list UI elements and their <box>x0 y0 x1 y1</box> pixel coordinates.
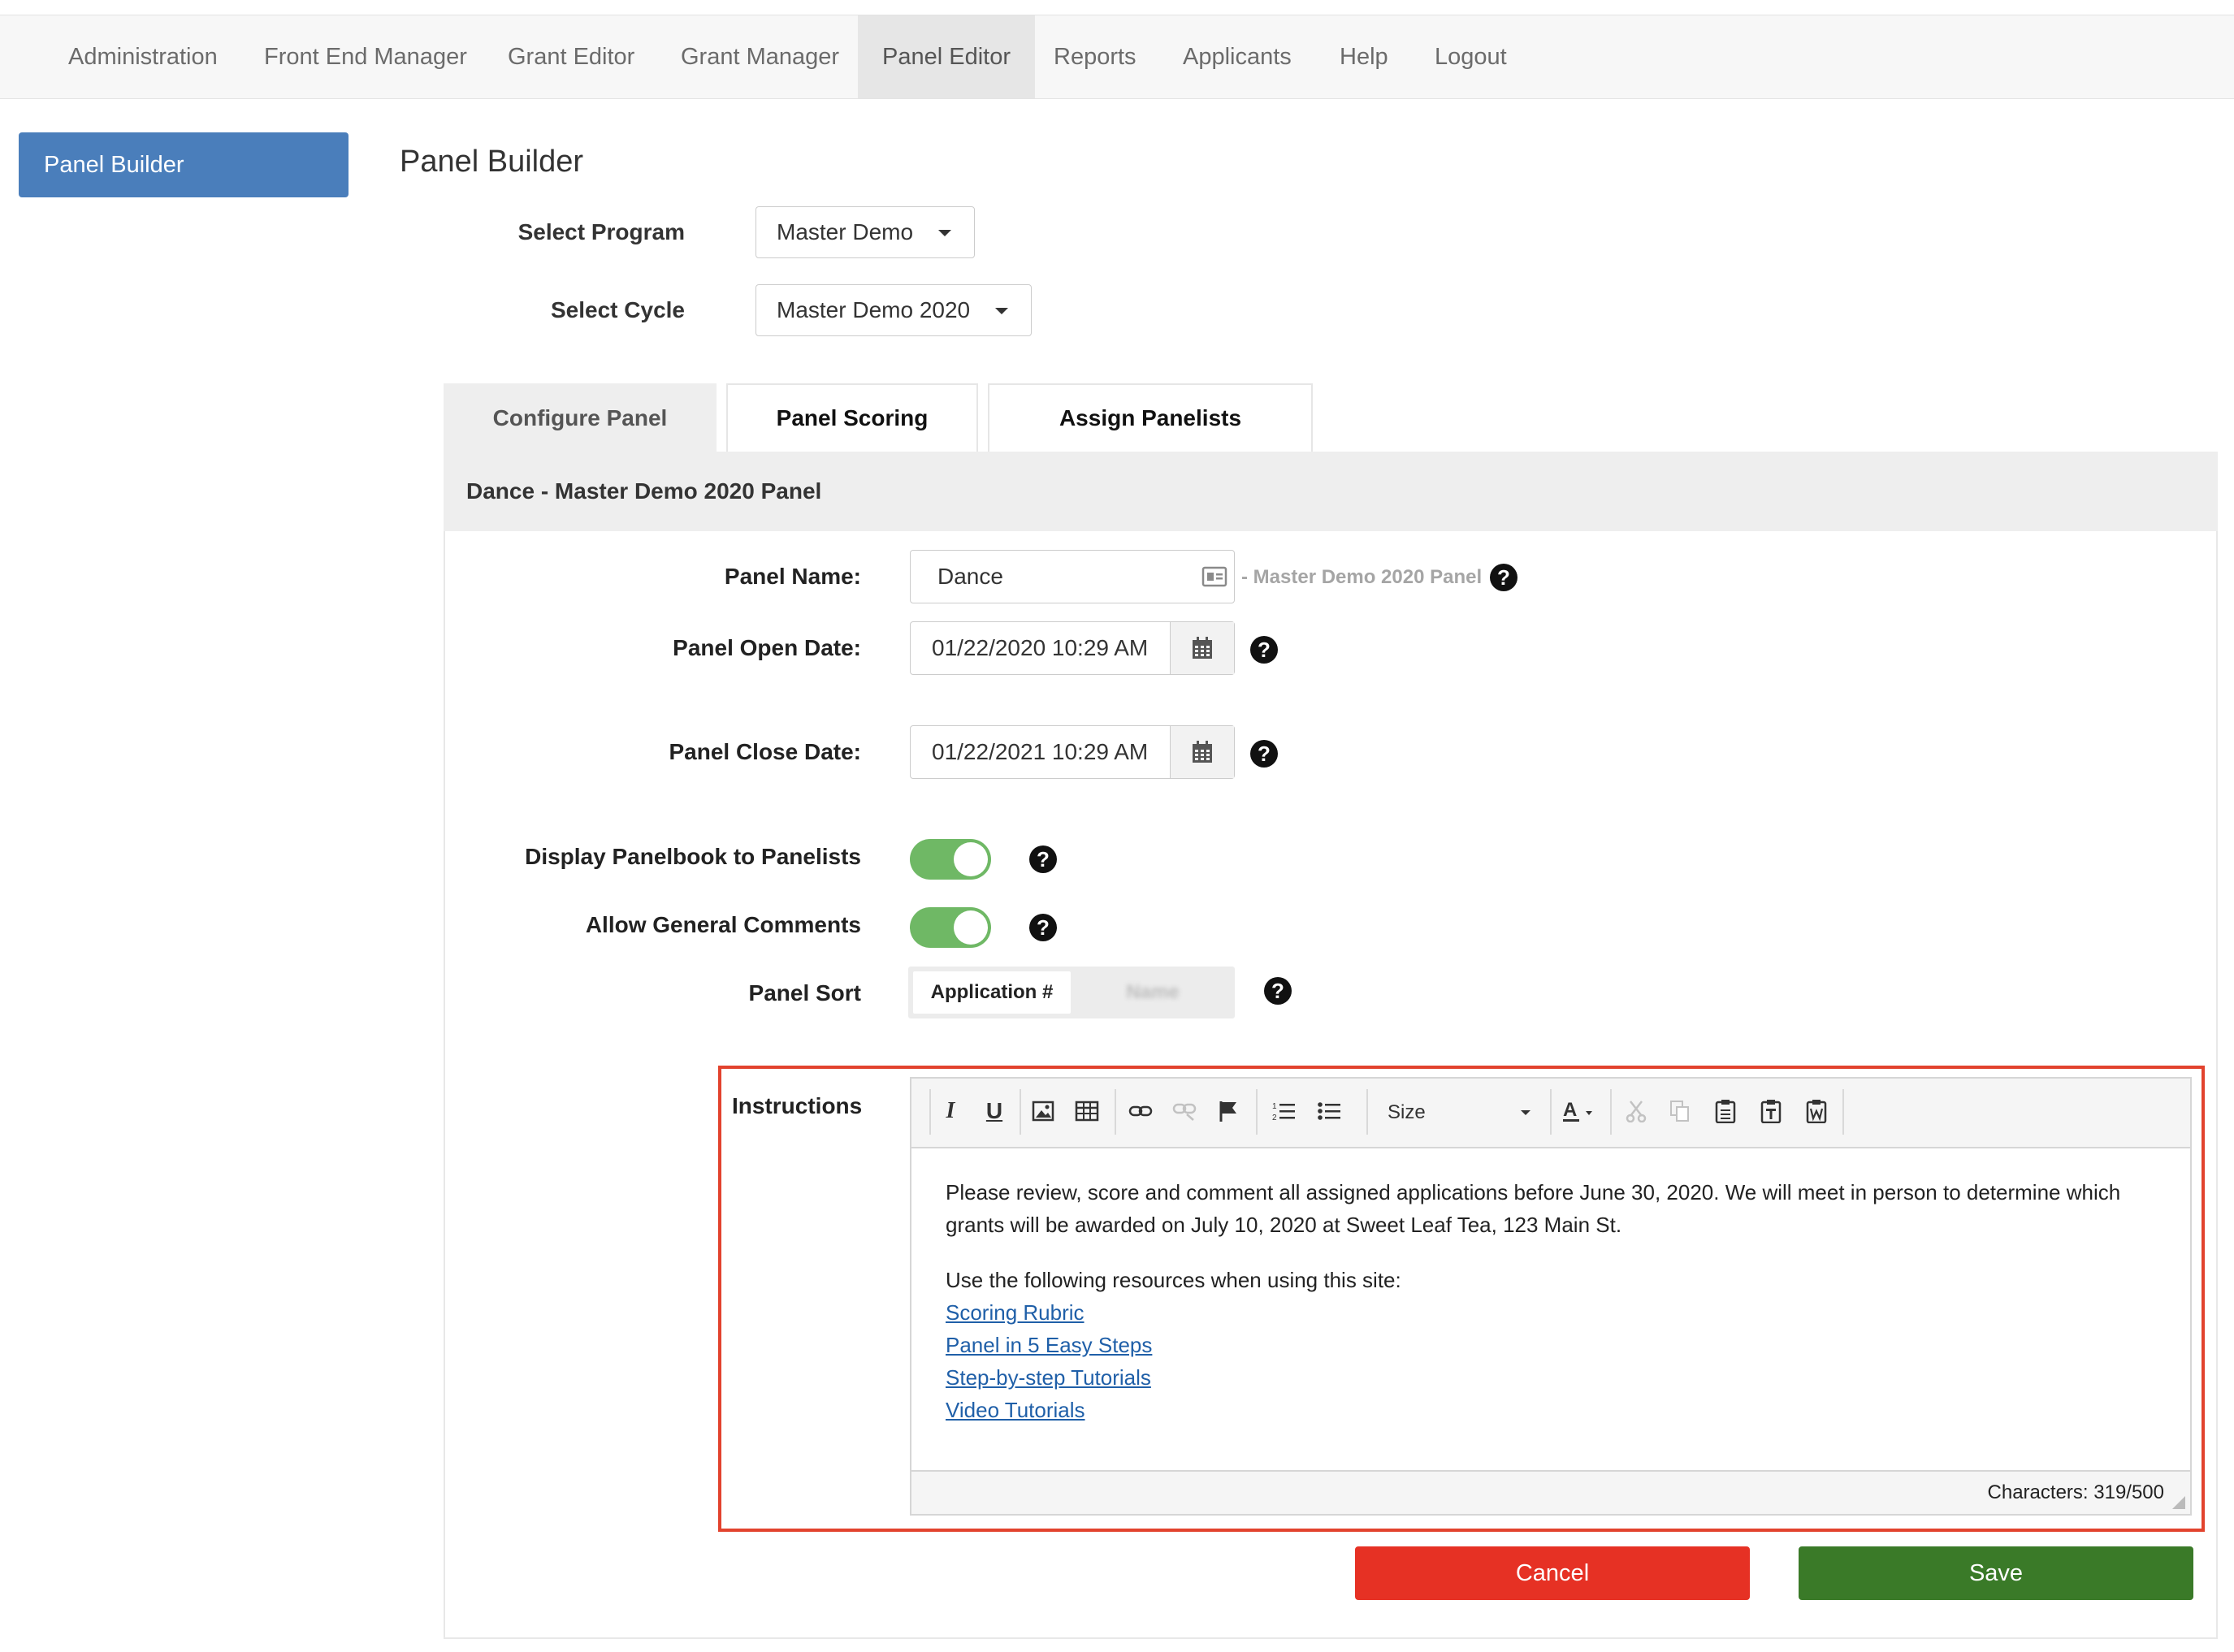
tab-panel-scoring[interactable]: Panel Scoring <box>726 383 978 452</box>
calendar-icon <box>1193 741 1212 763</box>
panel-open-date-input[interactable]: 01/22/2020 10:29 AM <box>910 621 1235 675</box>
chevron-down-icon <box>938 230 951 236</box>
panel-sort-label: Panel Sort <box>748 980 861 1005</box>
svg-text:A: A <box>1563 1100 1577 1121</box>
font-size-label: Size <box>1388 1101 1426 1123</box>
panel-name-input[interactable]: Dance <box>910 550 1235 603</box>
nav-administration[interactable]: Administration <box>44 15 242 98</box>
nav-grant-editor[interactable]: Grant Editor <box>483 15 659 98</box>
top-nav: Administration Front End Manager Grant E… <box>0 15 2234 99</box>
text-color-icon[interactable]: A <box>1555 1088 1604 1134</box>
help-icon[interactable]: ? <box>1029 914 1057 941</box>
open-date-calendar-button[interactable] <box>1170 622 1234 674</box>
link-step-by-step-tutorials[interactable]: Step-by-step Tutorials <box>946 1361 2164 1394</box>
display-panelbook-toggle[interactable] <box>910 839 991 880</box>
underline-icon[interactable]: U <box>976 1088 1012 1134</box>
character-count: Characters: 319/500 <box>1987 1481 2164 1503</box>
help-icon[interactable]: ? <box>1250 636 1278 664</box>
panel-open-date-value: 01/22/2020 10:29 AM <box>932 635 1149 660</box>
paste-word-icon[interactable] <box>1799 1088 1834 1134</box>
display-panelbook-label: Display Panelbook to Panelists <box>525 844 861 869</box>
paste-icon[interactable] <box>1708 1088 1743 1134</box>
link-video-tutorials[interactable]: Video Tutorials <box>946 1394 2164 1426</box>
save-button[interactable]: Save <box>1799 1546 2193 1600</box>
help-icon[interactable]: ? <box>1490 564 1517 591</box>
instructions-rich-text-editor: I U 12 Size A Please review, score and c… <box>910 1077 2192 1516</box>
toggle-knob <box>954 842 988 876</box>
unlink-icon[interactable] <box>1167 1088 1202 1134</box>
link-icon[interactable] <box>1123 1088 1158 1134</box>
panel-open-date-label: Panel Open Date: <box>673 635 861 660</box>
tab-configure-panel[interactable]: Configure Panel <box>444 383 717 452</box>
instructions-resources-intro: Use the following resources when using t… <box>946 1268 1401 1292</box>
nav-applicants[interactable]: Applicants <box>1158 15 1316 98</box>
id-card-icon <box>1201 566 1227 587</box>
link-panel-5-easy-steps[interactable]: Panel in 5 Easy Steps <box>946 1329 2164 1361</box>
panel-name-suffix: - Master Demo 2020 Panel <box>1241 566 1483 588</box>
select-cycle-dropdown[interactable]: Master Demo 2020 <box>755 284 1032 336</box>
sidebar-panel-builder-button[interactable]: Panel Builder <box>19 132 349 197</box>
svg-text:2: 2 <box>1272 1114 1277 1122</box>
instructions-paragraph: Please review, score and comment all ass… <box>946 1180 2121 1237</box>
editor-toolbar: I U 12 Size A <box>911 1079 2190 1148</box>
editor-content[interactable]: Please review, score and comment all ass… <box>946 1176 2164 1426</box>
flag-icon[interactable] <box>1210 1088 1246 1134</box>
nav-logout[interactable]: Logout <box>1410 15 1531 98</box>
calendar-icon <box>1193 637 1212 659</box>
nav-front-end-manager[interactable]: Front End Manager <box>240 15 491 98</box>
panel-close-date-value: 01/22/2021 10:29 AM <box>932 739 1149 764</box>
panel-name-value: Dance <box>937 564 1003 589</box>
chevron-down-icon <box>995 308 1008 314</box>
help-icon[interactable]: ? <box>1029 845 1057 873</box>
paste-text-icon[interactable] <box>1753 1088 1789 1134</box>
select-cycle-label: Select Cycle <box>551 297 685 322</box>
select-program-dropdown[interactable]: Master Demo <box>755 206 975 258</box>
nav-reports[interactable]: Reports <box>1029 15 1161 98</box>
sort-option-name[interactable]: Name <box>1076 971 1230 1014</box>
nav-grant-manager[interactable]: Grant Manager <box>656 15 864 98</box>
toggle-knob <box>954 910 988 945</box>
tab-assign-panelists[interactable]: Assign Panelists <box>988 383 1313 452</box>
help-icon[interactable]: ? <box>1250 740 1278 768</box>
select-program-label: Select Program <box>517 219 685 244</box>
chevron-down-icon <box>1521 1110 1530 1115</box>
nav-help[interactable]: Help <box>1315 15 1413 98</box>
svg-text:1: 1 <box>1272 1102 1277 1111</box>
panel-close-date-label: Panel Close Date: <box>669 739 861 764</box>
select-cycle-value: Master Demo 2020 <box>777 297 971 322</box>
page-title: Panel Builder <box>400 145 584 179</box>
sort-option-application[interactable]: Application # <box>913 971 1071 1014</box>
allow-comments-toggle[interactable] <box>910 907 991 948</box>
table-icon[interactable] <box>1069 1088 1105 1134</box>
copy-icon[interactable] <box>1662 1088 1698 1134</box>
link-scoring-rubric[interactable]: Scoring Rubric <box>946 1296 2164 1329</box>
cancel-button[interactable]: Cancel <box>1355 1546 1750 1600</box>
resize-handle-icon[interactable] <box>2172 1496 2185 1509</box>
image-icon[interactable] <box>1025 1088 1061 1134</box>
select-program-value: Master Demo <box>777 219 914 244</box>
help-icon[interactable]: ? <box>1264 977 1292 1005</box>
ordered-list-icon[interactable]: 12 <box>1266 1088 1301 1134</box>
bulleted-list-icon[interactable] <box>1311 1088 1347 1134</box>
italic-icon[interactable]: I <box>933 1088 968 1134</box>
font-size-select[interactable]: Size <box>1378 1093 1539 1132</box>
close-date-calendar-button[interactable] <box>1170 726 1234 778</box>
editor-footer: Characters: 319/500 <box>911 1470 2190 1514</box>
instructions-label: Instructions <box>732 1093 863 1118</box>
allow-comments-label: Allow General Comments <box>585 912 861 937</box>
panel-close-date-input[interactable]: 01/22/2021 10:29 AM <box>910 725 1235 779</box>
panel-header: Dance - Master Demo 2020 Panel <box>444 452 2218 531</box>
cut-icon[interactable] <box>1618 1088 1654 1134</box>
panel-name-label: Panel Name: <box>724 564 861 589</box>
nav-panel-editor[interactable]: Panel Editor <box>858 15 1035 98</box>
panel-sort-segmented-control: Application # Name <box>908 967 1235 1018</box>
